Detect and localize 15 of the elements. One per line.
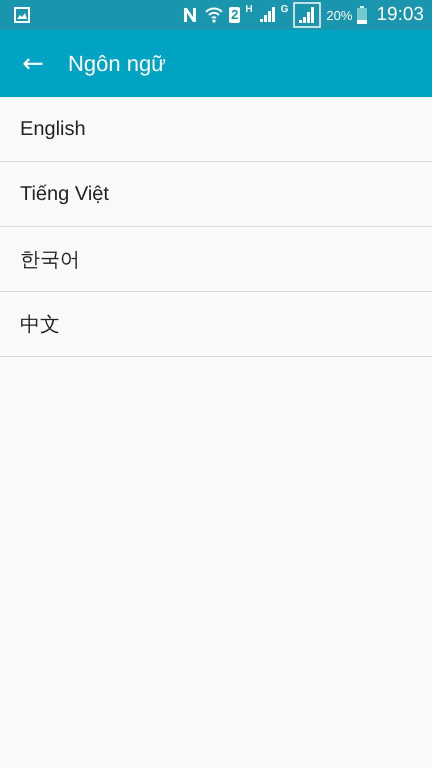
signal-icon [293,2,322,28]
wifi-icon [204,5,224,25]
network-type: G [280,4,288,15]
network-type: H [245,4,253,15]
language-item[interactable]: 中文 [0,292,432,357]
screen-title: Ngôn ngữ [68,50,166,76]
language-item[interactable]: English [0,97,432,162]
gallery-icon [14,7,30,23]
sim-badge: 2 [229,7,240,23]
battery-icon [357,6,368,24]
signal-icon [258,6,276,24]
language-item[interactable]: Tiếng Việt [0,162,432,227]
battery-percent: 20% [326,8,352,22]
clock: 19:03 [376,4,424,26]
language-item[interactable]: 한국어 [0,227,432,292]
